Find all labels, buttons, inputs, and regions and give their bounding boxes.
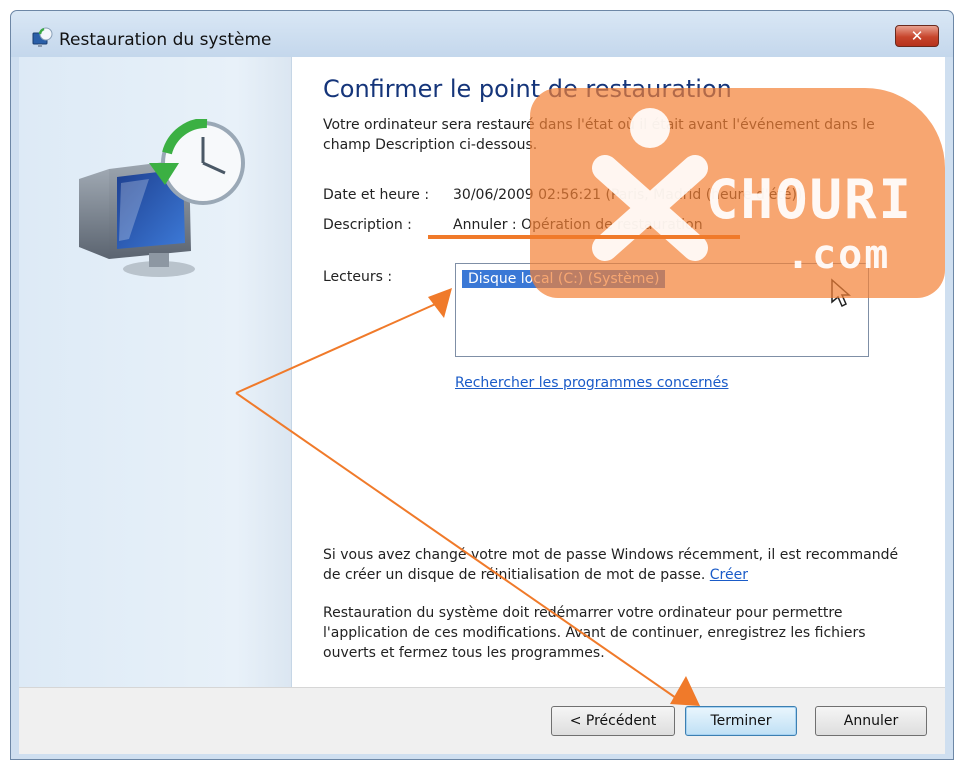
date-label: Date et heure : <box>323 187 430 203</box>
close-button[interactable]: ✕ <box>895 25 939 47</box>
finish-button[interactable]: Terminer <box>685 706 797 736</box>
drive-list-item-c[interactable]: Disque local (C:) (Système) <box>462 270 666 288</box>
system-restore-app-icon <box>32 27 53 47</box>
button-bar: < Précédent Terminer Annuler <box>19 687 945 754</box>
description-label: Description : <box>323 217 412 233</box>
date-value: 30/06/2009 02:56:21 (Paris, Madrid (heur… <box>453 187 803 203</box>
dialog-client-area: Confirmer le point de restauration Votre… <box>19 57 945 687</box>
window-title: Restauration du système <box>59 30 272 50</box>
drives-label: Lecteurs : <box>323 269 393 285</box>
restart-note: Restauration du système doit redémarrer … <box>323 605 866 661</box>
affected-programs-link[interactable]: Rechercher les programmes concernés <box>455 375 728 391</box>
title-bar[interactable]: Restauration du système ✕ <box>11 11 953 57</box>
system-restore-illustration-icon <box>79 119 245 277</box>
left-panel <box>19 57 292 687</box>
password-note-text: Si vous avez changé votre mot de passe W… <box>323 547 899 583</box>
page-description: Votre ordinateur sera restauré dans l'ét… <box>323 117 875 153</box>
cancel-button[interactable]: Annuler <box>815 706 927 736</box>
mouse-cursor-icon <box>831 278 851 308</box>
system-restore-window: Restauration du système ✕ Confirmer le p… <box>10 10 954 760</box>
description-value: Annuler : Opération de restauration <box>453 217 703 233</box>
previous-button[interactable]: < Précédent <box>551 706 675 736</box>
create-disk-link[interactable]: Créer <box>710 567 748 583</box>
password-note: Si vous avez changé votre mot de passe W… <box>323 545 913 585</box>
drives-list[interactable]: Disque local (C:) (Système) <box>455 263 869 357</box>
page-title: Confirmer le point de restauration <box>323 75 732 103</box>
